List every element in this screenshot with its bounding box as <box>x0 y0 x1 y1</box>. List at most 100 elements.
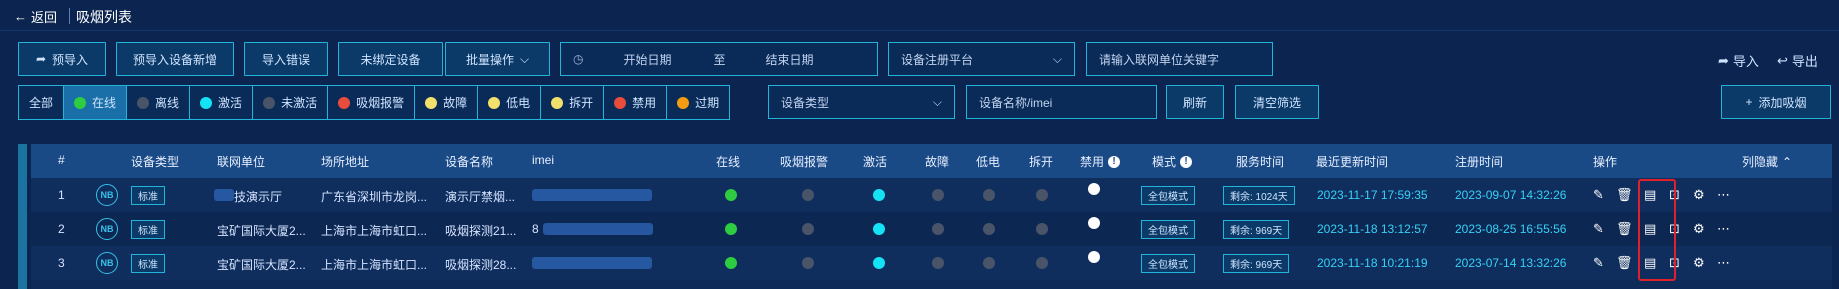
lowbat-dot-icon <box>983 257 995 269</box>
tamper-dot-icon <box>1036 257 1048 269</box>
info-icon[interactable]: ! <box>1108 155 1121 168</box>
end-date-input[interactable]: 结束日期 <box>766 51 814 68</box>
reply-icon: ↩ <box>1777 52 1788 68</box>
mode-tag: 全包模式 <box>1141 254 1195 273</box>
lowbat-dot-icon <box>983 223 995 235</box>
filter-offline[interactable]: 离线 <box>127 86 191 119</box>
row-address: 上海市上海市虹口... <box>321 258 428 272</box>
status-dot-icon <box>488 96 501 109</box>
back-button[interactable]: ← 返回 <box>14 7 57 26</box>
col-imei: imei <box>532 153 555 167</box>
filter-all[interactable]: 全部 <box>19 86 65 119</box>
filter-smoke-alarm[interactable]: 吸烟报警 <box>328 86 416 119</box>
filter-low-battery[interactable]: 低电 <box>478 86 542 119</box>
filter-disabled[interactable]: 禁用 <box>604 86 668 119</box>
highlight-box <box>1638 179 1676 281</box>
gear-icon[interactable]: ⚙ <box>1693 255 1705 271</box>
trash-icon[interactable]: 🗑 <box>1616 255 1633 271</box>
col-ops: 操作 <box>1593 155 1618 169</box>
row-registered: 2023-07-14 13:32:26 <box>1455 256 1567 270</box>
status-dot-icon <box>614 96 627 109</box>
disabled-toggle-icon[interactable] <box>1088 183 1100 195</box>
edit-icon[interactable]: ✎ <box>1593 187 1604 203</box>
fault-dot-icon <box>932 223 944 235</box>
header-rule <box>0 30 1839 31</box>
back-label: 返回 <box>31 10 58 25</box>
col-registered: 注册时间 <box>1455 155 1504 169</box>
col-unit: 联网单位 <box>217 155 266 169</box>
disabled-toggle-icon[interactable] <box>1088 217 1100 229</box>
col-index: # <box>58 153 65 167</box>
row-index: 3 <box>58 256 65 270</box>
col-online: 在线 <box>716 155 741 169</box>
alarm-dot-icon <box>802 223 814 235</box>
mode-tag: 全包模式 <box>1141 220 1195 239</box>
arrow-left-icon: ← <box>14 9 27 24</box>
start-date-input[interactable]: 开始日期 <box>623 51 671 68</box>
active-dot-icon <box>873 257 885 269</box>
nb-badge-icon: NB <box>96 218 118 240</box>
mode-tag: 全包模式 <box>1141 186 1195 205</box>
table-row[interactable]: 1 NB 标准 技演示厅 广东省深圳市龙岗... 演示厅禁烟... 全包模式 剩… <box>31 178 1832 212</box>
row-imei: 8 <box>532 222 539 236</box>
device-type-select[interactable]: 设备类型 ⌵ <box>768 85 955 119</box>
import-link[interactable]: ➦ 导入 <box>1718 51 1759 70</box>
col-fault: 故障 <box>925 155 950 169</box>
disabled-toggle-icon[interactable] <box>1088 251 1100 263</box>
col-address: 场所地址 <box>321 155 370 169</box>
device-name-input[interactable]: 设备名称/imei <box>966 85 1157 119</box>
col-service: 服务时间 <box>1236 155 1285 169</box>
row-unit: 技演示厅 <box>234 190 283 204</box>
platform-select[interactable]: 设备注册平台 ⌵ <box>888 42 1075 76</box>
export-link[interactable]: ↩ 导出 <box>1777 51 1818 70</box>
table-row[interactable]: 2 NB 标准 宝矿国际大厦2... 上海市上海市虹口... 吸烟探测21...… <box>31 212 1832 246</box>
status-dot-icon <box>551 96 564 109</box>
add-smoke-device-button[interactable]: + 添加吸烟 <box>1721 85 1831 119</box>
plus-icon: + <box>1745 95 1753 109</box>
filter-inactive[interactable]: 未激活 <box>253 86 329 119</box>
more-icon[interactable]: ⋯ <box>1717 187 1730 203</box>
filter-tamper[interactable]: 拆开 <box>541 86 605 119</box>
clear-filters-button[interactable]: 清空筛选 <box>1235 85 1319 119</box>
pre-import-add-button[interactable]: 预导入设备新增 <box>116 42 234 76</box>
filter-online[interactable]: 在线 <box>64 86 128 119</box>
edit-icon[interactable]: ✎ <box>1593 255 1604 271</box>
table-row[interactable]: 3 NB 标准 宝矿国际大厦2... 上海市上海市虹口... 吸烟探测28...… <box>31 246 1832 280</box>
online-dot-icon <box>725 189 737 201</box>
unit-keyword-input[interactable]: 请输入联网单位关键字 <box>1086 42 1273 76</box>
row-registered: 2023-09-07 14:32:26 <box>1455 188 1567 202</box>
unbound-devices-button[interactable]: 未绑定设备 <box>338 42 443 76</box>
filter-fault[interactable]: 故障 <box>415 86 479 119</box>
chevron-up-icon: ⌃ <box>1782 154 1793 169</box>
row-registered: 2023-08-25 16:55:56 <box>1455 222 1567 236</box>
trash-icon[interactable]: 🗑 <box>1616 221 1633 237</box>
batch-actions-button[interactable]: 批量操作 ⌵ <box>445 42 550 76</box>
refresh-button[interactable]: 刷新 <box>1166 85 1224 119</box>
chevron-down-icon: ⌵ <box>519 51 530 66</box>
filter-expired[interactable]: 过期 <box>667 86 730 119</box>
redacted-text <box>214 189 234 201</box>
row-address: 广东省深圳市龙岗... <box>321 190 428 204</box>
service-tag: 剩余: 1024天 <box>1223 186 1295 205</box>
table-side-bar <box>18 144 27 289</box>
pre-import-button[interactable]: ➦ 预导入 <box>18 42 106 76</box>
clock-icon: ◷ <box>573 52 584 66</box>
more-icon[interactable]: ⋯ <box>1717 255 1730 271</box>
row-address: 上海市上海市虹口... <box>321 224 428 238</box>
col-hide-toggle[interactable]: 列隐藏 ⌃ <box>1742 153 1792 170</box>
redacted-text <box>532 257 652 269</box>
trash-icon[interactable]: 🗑 <box>1616 187 1633 203</box>
gear-icon[interactable]: ⚙ <box>1693 187 1705 203</box>
type-tag: 标准 <box>131 254 165 273</box>
filter-active[interactable]: 激活 <box>190 86 254 119</box>
info-icon[interactable]: ! <box>1180 155 1193 168</box>
more-icon[interactable]: ⋯ <box>1717 221 1730 237</box>
edit-icon[interactable]: ✎ <box>1593 221 1604 237</box>
gear-icon[interactable]: ⚙ <box>1693 221 1705 237</box>
date-range-picker[interactable]: ◷ 开始日期 至 结束日期 <box>560 42 878 76</box>
nb-badge-icon: NB <box>96 184 118 206</box>
active-dot-icon <box>873 223 885 235</box>
type-tag: 标准 <box>131 220 165 239</box>
import-errors-button[interactable]: 导入错误 <box>244 42 328 76</box>
status-dot-icon <box>338 96 351 109</box>
